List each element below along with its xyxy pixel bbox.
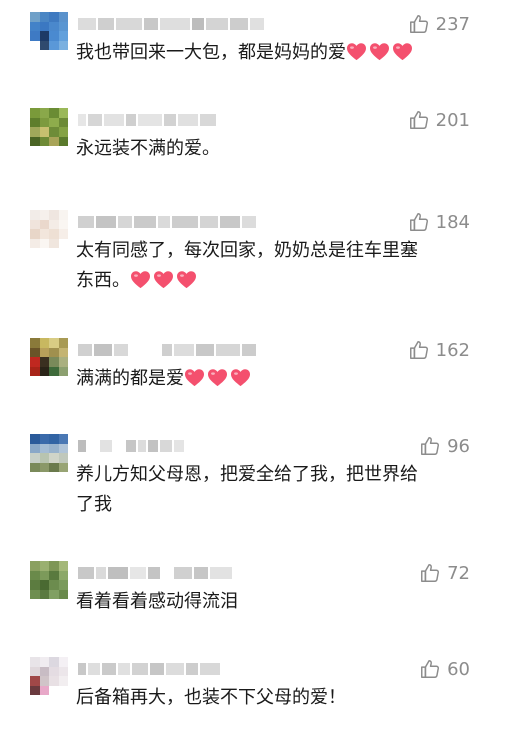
comment-text: 我也带回来一大包，都是妈妈的爱 [76,38,476,68]
like-button[interactable]: 184 [408,210,470,234]
like-count: 162 [435,339,470,361]
heart-emoji [177,271,196,289]
thumbs-up-icon [421,660,440,678]
username-blurred[interactable] [78,112,216,128]
username-blurred[interactable] [78,565,232,581]
like-button[interactable]: 201 [408,108,470,132]
like-button[interactable]: 237 [408,12,470,36]
like-count: 60 [447,658,470,680]
like-count: 201 [435,109,470,131]
heart-emoji [393,43,412,61]
like-count: 184 [435,211,470,233]
username-blurred[interactable] [78,661,220,677]
comment-text: 看着看着感动得流泪 [76,587,476,617]
emoji-group [346,42,413,61]
comment-text: 养儿方知父母恩，把爱全给了我，把世界给 了我 [76,460,476,520]
comment-body: 我也带回来一大包，都是妈妈的爱 [76,42,346,63]
comment-body: 后备箱再大，也装不下父母的爱！ [76,687,346,708]
thumbs-up-icon [409,15,428,33]
comment-body: 满满的都是爱 [76,368,184,389]
avatar[interactable] [30,561,68,599]
comment-text: 永远装不满的爱。 [76,134,476,164]
like-button[interactable]: 72 [419,561,470,585]
username-blurred[interactable] [78,214,256,230]
heart-emoji [131,271,150,289]
comment-body: 永远装不满的爱。 [76,138,220,159]
like-count: 72 [447,562,470,584]
username-blurred[interactable] [78,342,256,358]
thumbs-up-icon [421,437,440,455]
heart-emoji [347,43,366,61]
comment-body: 养儿方知父母恩，把爱全给了我，把世界给 了我 [76,464,418,515]
thumbs-up-icon [409,111,428,129]
thumbs-up-icon [409,341,428,359]
avatar[interactable] [30,338,68,376]
avatar[interactable] [30,108,68,146]
comment-text: 满满的都是爱 [76,364,476,394]
heart-emoji [208,369,227,387]
heart-emoji [370,43,389,61]
avatar[interactable] [30,210,68,248]
thumbs-up-icon [409,213,428,231]
like-count: 96 [447,435,470,457]
username-blurred[interactable] [78,16,264,32]
emoji-group [130,270,197,289]
like-button[interactable]: 96 [419,434,470,458]
comment-text: 后备箱再大，也装不下父母的爱！ [76,683,476,713]
comment-body: 看着看着感动得流泪 [76,591,238,612]
comment-body: 太有同感了，每次回家，奶奶总是往车里塞 东西。 [76,240,418,291]
heart-emoji [154,271,173,289]
heart-emoji [185,369,204,387]
username-blurred[interactable] [78,438,184,454]
avatar[interactable] [30,12,68,50]
comment-text: 太有同感了，每次回家，奶奶总是往车里塞 东西。 [76,236,476,296]
avatar[interactable] [30,657,68,695]
emoji-group [184,368,251,387]
thumbs-up-icon [421,564,440,582]
heart-emoji [231,369,250,387]
avatar[interactable] [30,434,68,472]
like-button[interactable]: 162 [408,338,470,362]
like-count: 237 [435,13,470,35]
like-button[interactable]: 60 [419,657,470,681]
